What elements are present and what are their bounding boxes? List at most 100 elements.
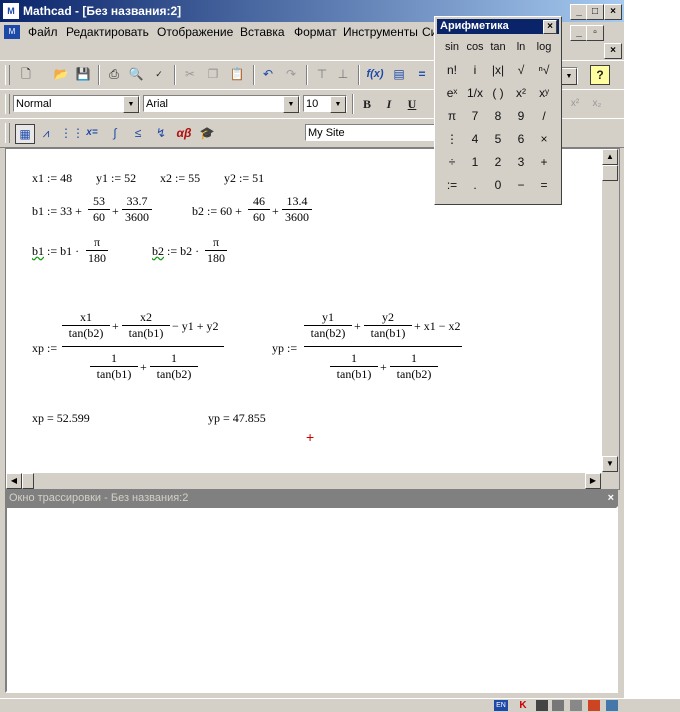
toolbar-grip[interactable] bbox=[5, 94, 10, 114]
insert-function-icon[interactable]: f(x) bbox=[366, 65, 384, 83]
greek-icon[interactable]: αβ bbox=[175, 124, 193, 142]
palette-key[interactable]: − bbox=[510, 175, 532, 195]
scroll-down-icon[interactable]: ▼ bbox=[602, 456, 618, 472]
palette-key[interactable]: ⁿ√ bbox=[533, 60, 555, 80]
palette-key[interactable]: 1 bbox=[464, 152, 486, 172]
bold-button[interactable]: B bbox=[358, 95, 376, 113]
subscript-icon[interactable]: x₂ bbox=[588, 95, 606, 113]
palette-key[interactable]: 6 bbox=[510, 129, 532, 149]
copy-icon[interactable]: ❐ bbox=[204, 65, 222, 83]
spell-check-icon[interactable]: ✓ bbox=[150, 65, 168, 83]
symbolic-icon[interactable]: 🎓 bbox=[198, 124, 216, 142]
hscroll-thumb[interactable] bbox=[22, 473, 34, 489]
tray-app-icon[interactable] bbox=[588, 700, 600, 711]
palette-key[interactable]: := bbox=[441, 175, 463, 195]
programming-icon[interactable]: ↯ bbox=[152, 124, 170, 142]
menu-tools[interactable]: Инструменты bbox=[343, 25, 418, 39]
underline-button[interactable]: U bbox=[403, 95, 421, 113]
palette-key[interactable]: sin bbox=[441, 37, 463, 57]
palette-key[interactable]: . bbox=[464, 175, 486, 195]
superscript-icon[interactable]: x² bbox=[566, 95, 584, 113]
palette-key[interactable]: eˣ bbox=[441, 83, 463, 103]
palette-key[interactable]: ⋮ bbox=[441, 129, 463, 149]
tray-app-icon[interactable] bbox=[536, 700, 548, 711]
font-size-combo[interactable]: 10 ▼ bbox=[303, 95, 347, 113]
toolbar-grip[interactable] bbox=[5, 123, 10, 143]
document-icon[interactable]: M bbox=[4, 25, 20, 39]
yp-result[interactable]: yp = 47.855 bbox=[208, 411, 266, 426]
calculate-icon[interactable]: = bbox=[413, 65, 431, 83]
new-document-icon[interactable]: 🗋 bbox=[17, 65, 35, 83]
cut-icon[interactable]: ✂ bbox=[181, 65, 199, 83]
toolbar-grip[interactable] bbox=[5, 65, 10, 85]
palette-titlebar[interactable]: Арифметика × bbox=[437, 19, 559, 34]
expr-x2[interactable]: x2 := 55 bbox=[160, 171, 200, 186]
palette-key[interactable]: = bbox=[533, 175, 555, 195]
menu-view[interactable]: Отображение bbox=[157, 25, 233, 39]
calculator-icon[interactable]: ▦ bbox=[15, 124, 35, 144]
horizontal-scrollbar[interactable]: ◀ ▶ bbox=[6, 473, 619, 489]
palette-key[interactable]: 2 bbox=[487, 152, 509, 172]
palette-key[interactable]: log bbox=[533, 37, 555, 57]
scroll-thumb[interactable] bbox=[602, 165, 618, 181]
save-disk-icon[interactable]: 💾 bbox=[74, 65, 92, 83]
palette-key[interactable]: n! bbox=[441, 60, 463, 80]
menu-file[interactable]: Файл bbox=[28, 25, 58, 39]
font-combo[interactable]: Arial ▼ bbox=[143, 95, 300, 113]
vertical-scrollbar[interactable]: ▲ ▼ bbox=[602, 149, 619, 473]
palette-key[interactable]: i bbox=[464, 60, 486, 80]
palette-key[interactable]: 8 bbox=[487, 106, 509, 126]
palette-key[interactable]: 3 bbox=[510, 152, 532, 172]
palette-key[interactable]: |x| bbox=[487, 60, 509, 80]
close-icon[interactable]: × bbox=[543, 20, 557, 34]
paste-icon[interactable]: 📋 bbox=[228, 65, 246, 83]
menu-insert[interactable]: Вставка bbox=[240, 25, 285, 39]
menu-format[interactable]: Формат bbox=[294, 25, 337, 39]
palette-key[interactable]: √ bbox=[510, 60, 532, 80]
graph-icon[interactable]: ⩘ bbox=[37, 124, 55, 142]
scroll-left-icon[interactable]: ◀ bbox=[6, 473, 22, 489]
palette-key[interactable]: xʸ bbox=[533, 83, 555, 103]
close-button[interactable]: × bbox=[604, 4, 622, 20]
language-icon[interactable]: EN bbox=[494, 700, 508, 711]
palette-key[interactable]: ÷ bbox=[441, 152, 463, 172]
palette-key[interactable]: 7 bbox=[464, 106, 486, 126]
boolean-icon[interactable]: ≤ bbox=[129, 124, 147, 142]
palette-key[interactable]: 5 bbox=[487, 129, 509, 149]
scroll-right-icon[interactable]: ▶ bbox=[585, 473, 601, 489]
palette-key[interactable]: + bbox=[533, 152, 555, 172]
italic-button[interactable]: I bbox=[380, 95, 398, 113]
matrix-icon[interactable]: ⋮⋮ bbox=[60, 124, 84, 142]
menu-edit[interactable]: Редактировать bbox=[66, 25, 149, 39]
palette-key[interactable]: x² bbox=[510, 83, 532, 103]
zoom-combo[interactable]: ▼ bbox=[560, 67, 578, 85]
align-down-icon[interactable]: ⊥ bbox=[334, 65, 352, 83]
expr-x1[interactable]: x1 := 48 bbox=[32, 171, 72, 186]
trace-window-titlebar[interactable]: Окно трассировки - Без названия:2 × bbox=[5, 490, 618, 506]
palette-key[interactable]: ln bbox=[510, 37, 532, 57]
palette-key[interactable]: cos bbox=[464, 37, 486, 57]
style-combo[interactable]: Normal ▼ bbox=[13, 95, 140, 113]
expr-y1[interactable]: y1 := 52 bbox=[96, 171, 136, 186]
calculus-icon[interactable]: ∫ bbox=[106, 124, 124, 142]
palette-key[interactable]: 4 bbox=[464, 129, 486, 149]
maximize-button[interactable]: □ bbox=[586, 4, 604, 20]
palette-key[interactable]: π bbox=[441, 106, 463, 126]
expr-y2[interactable]: y2 := 51 bbox=[224, 171, 264, 186]
close-icon[interactable]: × bbox=[608, 490, 614, 506]
palette-key[interactable]: tan bbox=[487, 37, 509, 57]
palette-key[interactable]: / bbox=[533, 106, 555, 126]
palette-key[interactable]: × bbox=[533, 129, 555, 149]
undo-icon[interactable]: ↶ bbox=[259, 65, 277, 83]
tray-app-icon[interactable] bbox=[570, 700, 582, 711]
doc-close-button[interactable]: × bbox=[604, 43, 622, 59]
print-preview-icon[interactable]: 🔍 bbox=[127, 65, 145, 83]
help-icon[interactable]: ? bbox=[590, 65, 610, 85]
palette-key[interactable]: ( ) bbox=[487, 83, 509, 103]
tray-app-icon[interactable] bbox=[606, 700, 618, 711]
evaluation-icon[interactable]: x= bbox=[83, 124, 101, 142]
open-folder-icon[interactable]: 📂 bbox=[52, 65, 70, 83]
redo-icon[interactable]: ↷ bbox=[282, 65, 300, 83]
palette-key[interactable]: 9 bbox=[510, 106, 532, 126]
xp-result[interactable]: xp = 52.599 bbox=[32, 411, 90, 426]
